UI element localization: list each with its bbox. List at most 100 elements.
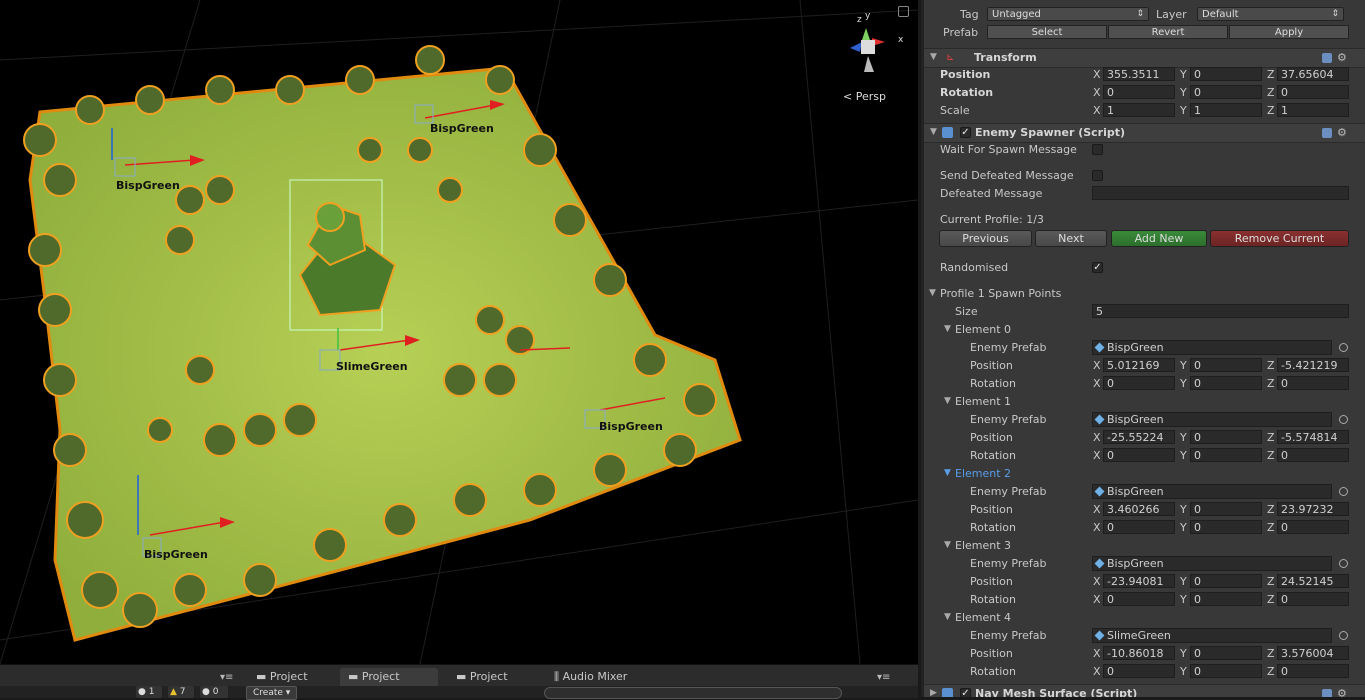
randomised-checkbox[interactable]: ✓ [1092, 262, 1103, 273]
spawn-points-foldout[interactable]: ▼ Profile 1 Spawn Points [924, 285, 1365, 303]
help-icon[interactable] [1322, 689, 1332, 697]
lock-icon[interactable] [898, 6, 909, 17]
tab-project-1[interactable]: ▬ Project [248, 668, 336, 686]
transform-header[interactable]: ▼ ⊾ Transform ⚙ [924, 48, 1365, 68]
position-z-field[interactable]: 37.65604 [1277, 67, 1349, 81]
element-position-z-field[interactable]: 23.97232 [1277, 502, 1349, 516]
gear-icon[interactable]: ⚙ [1337, 51, 1347, 64]
panel-options-icon[interactable]: ▾≡ [877, 672, 890, 683]
defeated-message-input[interactable] [1092, 186, 1349, 200]
element-rotation-x-field[interactable]: 0 [1103, 664, 1175, 678]
layer-dropdown[interactable]: Default ⇕ [1197, 7, 1344, 21]
add-new-button[interactable]: Add New [1111, 230, 1207, 247]
count-label: 7 [179, 687, 186, 697]
remove-current-button[interactable]: Remove Current [1210, 230, 1349, 247]
scene-canvas[interactable]: BispGreen BispGreen SlimeGreen BispGreen… [0, 0, 918, 664]
element-label: Element 2 [955, 467, 1012, 480]
wait-spawn-checkbox[interactable] [1092, 144, 1103, 155]
element-rotation-z-field[interactable]: 0 [1277, 520, 1349, 534]
scene-view[interactable]: BispGreen BispGreen SlimeGreen BispGreen… [0, 0, 918, 664]
element-position-x-field[interactable]: 3.460266 [1103, 502, 1175, 516]
element-rotation-y-field[interactable]: 0 [1190, 664, 1262, 678]
component-enabled-checkbox[interactable]: ✓ [960, 127, 971, 138]
enemy-prefab-field[interactable]: BispGreen [1092, 412, 1332, 427]
element-position-y-field[interactable]: 0 [1190, 502, 1262, 516]
element-rotation-y-field[interactable]: 0 [1190, 520, 1262, 534]
element-rotation-z-field[interactable]: 0 [1277, 664, 1349, 678]
position-x-field[interactable]: 355.3511 [1103, 67, 1175, 81]
tab-label: Project [469, 670, 508, 683]
element-position-x-field[interactable]: -10.86018 [1103, 646, 1175, 660]
error-count[interactable]: ● 1 [136, 686, 162, 698]
position-y-field[interactable]: 0 [1190, 67, 1262, 81]
scale-z-field[interactable]: 1 [1277, 103, 1349, 117]
element-rotation-z-field[interactable]: 0 [1277, 376, 1349, 390]
element-foldout[interactable]: ▼ Element 0 [924, 321, 1365, 339]
element-position-y-field[interactable]: 0 [1190, 430, 1262, 444]
navmesh-header[interactable]: ▶ ✓ Nav Mesh Surface (Script) ⚙ [924, 684, 1365, 697]
element-rotation-y-field[interactable]: 0 [1190, 448, 1262, 462]
orientation-gizmo[interactable]: z y x [850, 11, 904, 72]
prefab-apply-button[interactable]: Apply [1229, 25, 1349, 39]
element-rotation-y-field[interactable]: 0 [1190, 376, 1262, 390]
object-picker-icon[interactable] [1339, 343, 1348, 352]
element-rotation-x-field[interactable]: 0 [1103, 592, 1175, 606]
tab-project-3[interactable]: ▬ Project [448, 668, 536, 686]
object-picker-icon[interactable] [1339, 487, 1348, 496]
scale-y-field[interactable]: 1 [1190, 103, 1262, 117]
project-search-input[interactable] [544, 687, 842, 699]
prefab-revert-button[interactable]: Revert [1108, 25, 1228, 39]
component-enabled-checkbox[interactable]: ✓ [960, 688, 971, 697]
y-axis-label: Y [1180, 68, 1187, 81]
gear-icon[interactable]: ⚙ [1337, 687, 1347, 697]
element-rotation-y-field[interactable]: 0 [1190, 592, 1262, 606]
help-icon[interactable] [1322, 128, 1332, 138]
element-position-y-field[interactable]: 0 [1190, 646, 1262, 660]
element-foldout[interactable]: ▼ Element 3 [924, 537, 1365, 555]
enemy-prefab-field[interactable]: SlimeGreen [1092, 628, 1332, 643]
element-foldout[interactable]: ▼ Element 4 [924, 609, 1365, 627]
element-position-z-field[interactable]: 24.52145 [1277, 574, 1349, 588]
warning-count[interactable]: ▲ 7 [168, 686, 194, 698]
scale-x-field[interactable]: 1 [1103, 103, 1175, 117]
enemy-prefab-field[interactable]: BispGreen [1092, 484, 1332, 499]
element-foldout[interactable]: ▼ Element 1 [924, 393, 1365, 411]
tag-dropdown[interactable]: Untagged ⇕ [987, 7, 1149, 21]
rotation-y-field[interactable]: 0 [1190, 85, 1262, 99]
object-picker-icon[interactable] [1339, 415, 1348, 424]
create-dropdown[interactable]: Create ▾ [246, 686, 298, 700]
tab-project-2[interactable]: ▬ Project [340, 668, 438, 686]
rotation-z-field[interactable]: 0 [1277, 85, 1349, 99]
size-field[interactable]: 5 [1092, 304, 1349, 318]
enemy-prefab-field[interactable]: BispGreen [1092, 556, 1332, 571]
element-position-z-field[interactable]: -5.421219 [1277, 358, 1349, 372]
element-position-x-field[interactable]: -23.94081 [1103, 574, 1175, 588]
element-foldout[interactable]: ▼ Element 2 [924, 465, 1365, 483]
next-button[interactable]: Next [1035, 230, 1107, 247]
element-position-z-field[interactable]: 3.576004 [1277, 646, 1349, 660]
element-position-z-field[interactable]: -5.574814 [1277, 430, 1349, 444]
previous-button[interactable]: Previous [939, 230, 1032, 247]
perspective-toggle[interactable]: < Persp [843, 90, 886, 103]
element-position-y-field[interactable]: 0 [1190, 358, 1262, 372]
info-count[interactable]: ● 0 [200, 686, 228, 698]
element-rotation-x-field[interactable]: 0 [1103, 448, 1175, 462]
gear-icon[interactable]: ⚙ [1337, 126, 1347, 139]
tab-audio-mixer[interactable]: ⫼ Audio Mixer [546, 668, 654, 686]
object-picker-icon[interactable] [1339, 559, 1348, 568]
element-rotation-x-field[interactable]: 0 [1103, 520, 1175, 534]
send-defeated-checkbox[interactable] [1092, 170, 1103, 181]
rotation-x-field[interactable]: 0 [1103, 85, 1175, 99]
enemy-prefab-field[interactable]: BispGreen [1092, 340, 1332, 355]
element-position-y-field[interactable]: 0 [1190, 574, 1262, 588]
element-rotation-x-field[interactable]: 0 [1103, 376, 1175, 390]
enemy-spawner-header[interactable]: ▼ ✓ Enemy Spawner (Script) ⚙ [924, 123, 1365, 143]
prefab-select-button[interactable]: Select [987, 25, 1107, 39]
object-picker-icon[interactable] [1339, 631, 1348, 640]
element-rotation-z-field[interactable]: 0 [1277, 592, 1349, 606]
element-position-x-field[interactable]: -25.55224 [1103, 430, 1175, 444]
panel-menu-icon[interactable]: ▾≡ [220, 672, 233, 683]
element-position-x-field[interactable]: 5.012169 [1103, 358, 1175, 372]
help-icon[interactable] [1322, 53, 1332, 63]
element-rotation-z-field[interactable]: 0 [1277, 448, 1349, 462]
